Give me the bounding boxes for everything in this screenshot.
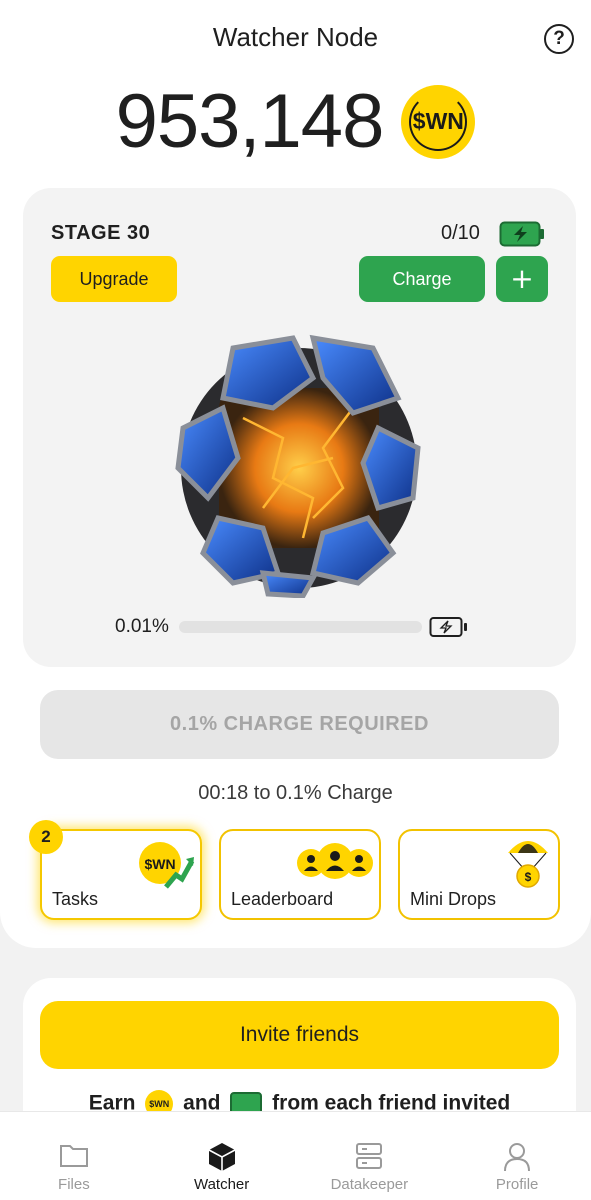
balance-value: 953,148	[115, 79, 385, 164]
nav-label: Profile	[495, 1176, 539, 1193]
nav-datakeeper[interactable]: Datakeeper	[296, 1112, 444, 1200]
charge-count: 0/10	[441, 222, 480, 244]
svg-text:$WN: $WN	[144, 856, 175, 872]
stage-label: STAGE 30	[51, 222, 151, 244]
upgrade-button[interactable]: Upgrade	[51, 256, 177, 302]
tasks-badge: 2	[29, 820, 63, 854]
leaderboard-card[interactable]: Leaderboard	[219, 829, 381, 920]
server-icon	[356, 1143, 383, 1169]
nav-label: Datakeeper	[330, 1176, 409, 1193]
progress-bar	[179, 621, 422, 633]
add-charge-button[interactable]: +	[496, 256, 548, 302]
wn-coin-growth-icon: $WN	[139, 842, 195, 889]
nav-profile[interactable]: Profile	[443, 1112, 591, 1200]
mini-drops-card[interactable]: $ Mini Drops	[398, 829, 560, 920]
cube-icon	[208, 1143, 236, 1171]
person-icon	[504, 1143, 531, 1172]
svg-text:$: $	[525, 870, 532, 884]
stage-card: STAGE 30 0/10 Upgrade Charge + 0.01%	[23, 188, 576, 667]
people-icon	[297, 843, 373, 879]
charge-timer: 00:18 to 0.1% Charge	[198, 782, 393, 804]
tasks-card[interactable]: $WN Tasks	[40, 829, 202, 920]
watcher-node-image[interactable]	[163, 318, 435, 598]
question-icon[interactable]: ?	[544, 24, 574, 54]
invite-friends-button[interactable]: Invite friends	[40, 1001, 559, 1069]
charge-button[interactable]: Charge	[359, 256, 485, 302]
folder-icon	[59, 1145, 88, 1167]
coin-label: $WN	[412, 108, 464, 134]
feature-label: Mini Drops	[410, 889, 497, 909]
bottom-nav: Files Watcher Datakeeper Profile	[0, 1111, 591, 1200]
nav-label: Watcher	[193, 1176, 250, 1193]
charge-required-button[interactable]: 0.1% CHARGE REQUIRED	[40, 690, 559, 759]
nav-label: Files	[58, 1176, 90, 1193]
wn-coin-icon: $WN	[401, 84, 476, 159]
balance-display: 953,148 $WN	[0, 78, 591, 165]
progress-percent: 0.01%	[115, 616, 169, 637]
battery-outline-icon	[429, 617, 467, 637]
nav-watcher[interactable]: Watcher	[148, 1112, 296, 1200]
page-title: Watcher Node	[212, 22, 379, 52]
parachute-coin-icon: $	[508, 841, 548, 888]
nav-files[interactable]: Files	[0, 1112, 148, 1200]
feature-label: Leaderboard	[231, 889, 334, 909]
battery-icon	[499, 221, 544, 247]
feature-label: Tasks	[52, 889, 99, 909]
